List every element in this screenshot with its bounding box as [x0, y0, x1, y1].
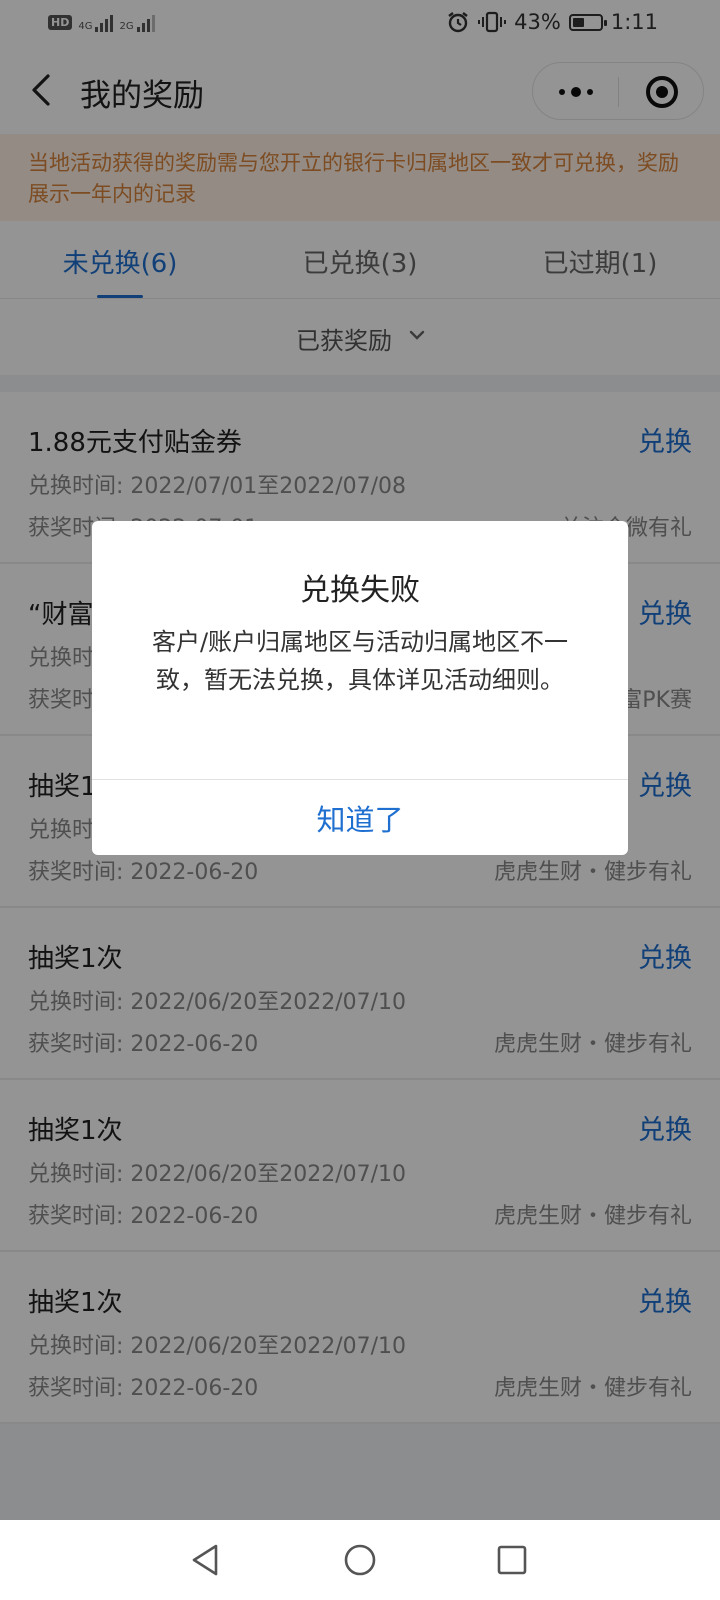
home-circle-icon [344, 1544, 376, 1576]
redeem-failed-dialog: 兑换失败 客户/账户归属地区与活动归属地区不一致，暂无法兑换，具体详见活动细则。… [92, 521, 628, 855]
nav-recents-button[interactable] [492, 1540, 532, 1580]
nav-back-button[interactable] [186, 1540, 226, 1580]
recents-square-icon [497, 1545, 527, 1575]
dialog-title: 兑换失败 [300, 573, 420, 608]
nav-home-button[interactable] [340, 1540, 380, 1580]
dialog-message: 客户/账户归属地区与活动归属地区不一致，暂无法兑换，具体详见活动细则。 [151, 628, 569, 694]
back-triangle-icon [192, 1544, 218, 1576]
dialog-confirm-button[interactable]: 知道了 [92, 780, 628, 855]
system-nav-bar [0, 1520, 720, 1600]
